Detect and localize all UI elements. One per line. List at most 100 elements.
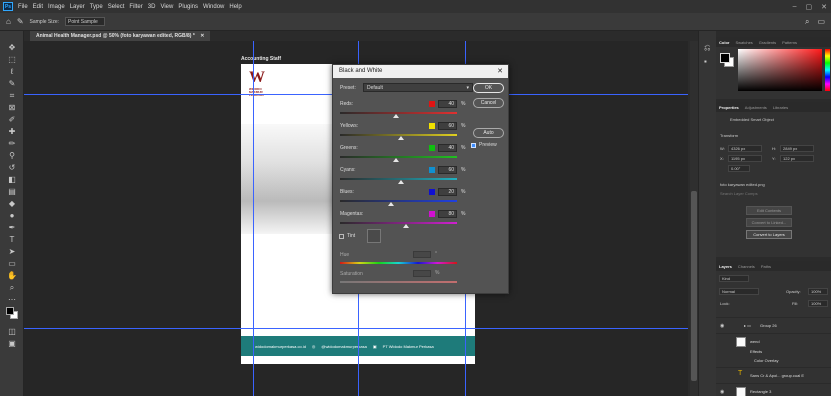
menu-plugins[interactable]: Plugins	[178, 4, 198, 10]
eraser-tool-icon[interactable]: ◧	[7, 175, 17, 185]
hand-tool-icon[interactable]: ✋	[7, 271, 17, 281]
marquee-tool-icon[interactable]: ⬚	[7, 55, 17, 65]
edit-contents-button[interactable]: Edit Contents	[746, 206, 792, 215]
sample-size-select[interactable]: Point Sample	[65, 17, 106, 26]
menu-select[interactable]: Select	[108, 4, 125, 10]
canvas-vertical-scrollbar[interactable]	[690, 41, 698, 396]
fill-field[interactable]: 100%	[808, 300, 828, 307]
menu-layer[interactable]: Layer	[70, 4, 85, 10]
clone-stamp-icon[interactable]: ⚲	[7, 151, 17, 161]
history-icon[interactable]: ⎌	[704, 43, 710, 53]
layer-row[interactable]: T Sans Cr & Apol... group.cual E	[716, 367, 831, 383]
menu-edit[interactable]: Edit	[33, 4, 43, 10]
foreground-swatch[interactable]	[720, 53, 730, 63]
horizontal-guide[interactable]	[24, 328, 688, 329]
slider-thumb[interactable]	[388, 202, 395, 206]
zoom-tool-icon[interactable]: ⌕	[7, 283, 17, 293]
screen-mode-icon[interactable]: ▣	[7, 339, 17, 349]
tab-paths[interactable]: Paths	[761, 264, 771, 269]
tab-color[interactable]: Color	[719, 40, 729, 45]
rectangle-tool-icon[interactable]: ▭	[7, 259, 17, 269]
layer-row[interactable]: ◉ ▸ ▭ Group 26	[716, 317, 831, 333]
more-tools-icon[interactable]: ⋯	[7, 295, 17, 305]
dodge-tool-icon[interactable]: ●	[7, 211, 17, 221]
slider-thumb[interactable]	[397, 180, 404, 184]
slider-thumb[interactable]	[393, 158, 400, 162]
tint-color-swatch[interactable]	[367, 229, 381, 243]
tint-checkbox[interactable]	[339, 234, 344, 239]
auto-button[interactable]: Auto	[473, 128, 504, 138]
search-icon[interactable]: ⌕	[805, 17, 809, 27]
healing-brush-icon[interactable]: ✚	[7, 127, 17, 137]
frame-tool-icon[interactable]: ⊠	[7, 103, 17, 113]
hue-strip[interactable]	[825, 49, 830, 91]
menu-3d[interactable]: 3D	[148, 4, 156, 10]
search-layer-comps[interactable]: Search Layer Comps	[720, 191, 758, 196]
path-select-icon[interactable]: ➤	[7, 247, 17, 257]
tab-properties[interactable]: Properties	[719, 105, 739, 110]
vertical-guide[interactable]	[253, 41, 254, 396]
slider-value-field[interactable]: 60	[438, 166, 457, 174]
slider-value-field[interactable]: 80	[438, 210, 457, 218]
close-window-icon[interactable]: ✕	[821, 3, 827, 11]
angle-field[interactable]: 0.00°	[728, 165, 750, 172]
workspace-icon[interactable]: ▭	[817, 17, 825, 27]
slider-track[interactable]	[340, 222, 457, 224]
pen-tool-icon[interactable]: ✒	[7, 223, 17, 233]
y-field[interactable]: 122 px	[780, 155, 814, 162]
slider-thumb[interactable]	[402, 224, 409, 228]
slider-value-field[interactable]: 40	[438, 100, 457, 108]
maximize-icon[interactable]: ▢	[806, 3, 813, 11]
info-icon[interactable]: ▪	[704, 57, 707, 66]
tab-gradients[interactable]: Gradients	[759, 40, 776, 45]
slider-thumb[interactable]	[393, 114, 400, 118]
saturation-slider-track[interactable]	[340, 281, 457, 283]
layer-row[interactable]: ◉ Rectangle 3	[716, 383, 831, 396]
x-field[interactable]: 1195 px	[728, 155, 762, 162]
lasso-tool-icon[interactable]: ℓ	[7, 67, 17, 77]
slider-value-field[interactable]: 20	[438, 188, 457, 196]
height-field[interactable]: 2849 px	[780, 145, 814, 152]
tab-layers[interactable]: Layers	[719, 264, 732, 269]
preview-checkbox[interactable]	[471, 143, 476, 148]
artboard-label[interactable]: Accounting Staff	[241, 56, 281, 62]
menu-window[interactable]: Window	[203, 4, 224, 10]
dialog-close-icon[interactable]: ✕	[497, 65, 503, 78]
menu-type[interactable]: Type	[90, 4, 103, 10]
tab-channels[interactable]: Channels	[738, 264, 755, 269]
history-brush-icon[interactable]: ↺	[7, 163, 17, 173]
tab-swatches[interactable]: Swatches	[735, 40, 752, 45]
opacity-field[interactable]: 100%	[808, 288, 828, 295]
slider-thumb[interactable]	[397, 136, 404, 140]
slider-value-field[interactable]: 60	[438, 122, 457, 130]
menu-view[interactable]: View	[160, 4, 173, 10]
menu-help[interactable]: Help	[229, 4, 241, 10]
home-icon[interactable]: ⌂	[6, 17, 11, 26]
eye-icon[interactable]: ◉	[720, 389, 724, 395]
eye-icon[interactable]: ◉	[720, 323, 724, 329]
tab-patterns[interactable]: Patterns	[782, 40, 797, 45]
layer-kind-filter[interactable]: Kind	[719, 275, 749, 282]
tab-adjustments[interactable]: Adjustments	[745, 105, 767, 110]
convert-to-layers-button[interactable]: Convert to Layers	[746, 230, 792, 239]
eyedropper-tool-icon[interactable]: ✎	[17, 17, 24, 26]
cancel-button[interactable]: Cancel	[473, 98, 504, 108]
slider-value-field[interactable]: 40	[438, 144, 457, 152]
blend-mode-select[interactable]: Normal	[719, 288, 759, 295]
width-field[interactable]: 4326 px	[728, 145, 762, 152]
ok-button[interactable]: OK	[473, 83, 504, 93]
document-tab-close-icon[interactable]: ✕	[200, 33, 204, 39]
menu-file[interactable]: File	[18, 4, 28, 10]
saturation-field[interactable]	[413, 270, 431, 277]
layer-row[interactable]: wend	[716, 333, 831, 349]
quick-mask-icon[interactable]: ◫	[7, 327, 17, 337]
menu-image[interactable]: Image	[48, 4, 65, 10]
foreground-color-swatch[interactable]	[6, 307, 14, 315]
quick-select-tool-icon[interactable]: ✎	[7, 79, 17, 89]
color-picker-field[interactable]	[738, 49, 822, 91]
document-tab[interactable]: Animal Health Manager.psd @ 50% (foto ka…	[30, 31, 211, 41]
preset-select[interactable]: Default ▾	[363, 83, 473, 92]
hue-field[interactable]	[413, 251, 431, 258]
menu-filter[interactable]: Filter	[129, 4, 142, 10]
blur-tool-icon[interactable]: ◆	[7, 199, 17, 209]
